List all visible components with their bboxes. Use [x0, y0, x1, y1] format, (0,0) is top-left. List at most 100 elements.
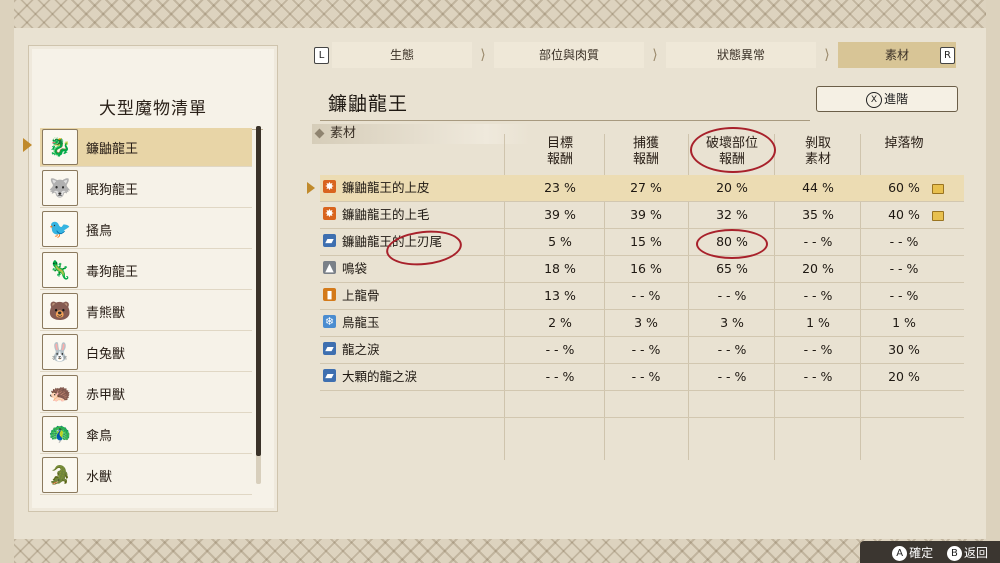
table-row[interactable]: ✸ 鐮鼬龍王的上皮 23 % 27 % 20 % 44 % 60 %: [307, 175, 964, 202]
material-name: 大顆的龍之淚: [342, 369, 418, 384]
column-header-target: 目標 報酬: [520, 136, 600, 168]
monster-list-item[interactable]: 🐦 搔鳥: [40, 210, 252, 249]
material-name: 鐮鼬龍王的上皮: [342, 180, 430, 195]
table-row[interactable]: ✸ 鐮鼬龍王的上毛 39 % 39 % 32 % 35 % 40 %: [320, 202, 964, 229]
cell-carve: - - %: [803, 234, 833, 249]
cell-capture: 39 %: [630, 207, 662, 222]
table-row[interactable]: ▰ 大顆的龍之淚 - - % - - % - - % - - % 20 %: [320, 364, 964, 391]
monster-portrait-icon: 🐦: [42, 211, 78, 247]
cell-carve: 44 %: [802, 180, 834, 195]
section-label: 素材: [312, 124, 530, 144]
tab-separator-icon: ⟩: [480, 47, 486, 63]
materials-table: ✸ 鐮鼬龍王的上皮 23 % 27 % 20 % 44 % 60 % ✸ 鐮鼬龍…: [307, 175, 964, 418]
monster-portrait-icon: 🐊: [42, 457, 78, 493]
monster-list-title: 大型魔物清單: [99, 99, 207, 119]
footer-controls: A 確定 B 返回: [892, 544, 988, 561]
monster-portrait-icon: 🐰: [42, 334, 78, 370]
monster-portrait-icon: 🦚: [42, 416, 78, 452]
column-header-line: 素材: [804, 152, 831, 167]
cell-target: 39 %: [544, 207, 576, 222]
cell-carve: - - %: [803, 288, 833, 303]
table-row[interactable]: ▮ 上龍骨 13 % - - % - - % - - % - - %: [320, 283, 964, 310]
cell-carve: - - %: [803, 369, 833, 384]
top-frame-border: [0, 0, 1000, 28]
cell-target: 23 %: [544, 180, 576, 195]
cell-carve: - - %: [803, 342, 833, 357]
monster-list-item[interactable]: 🦚 傘鳥: [40, 415, 252, 454]
advanced-button-label: 進階: [883, 92, 908, 106]
cell-capture: 15 %: [630, 234, 662, 249]
monster-name: 鐮鼬龍王: [86, 141, 139, 157]
monster-name: 傘鳥: [86, 428, 113, 444]
drop-item-icon: [932, 184, 944, 194]
monster-list-item[interactable]: 🐰 白兔獸: [40, 333, 252, 372]
cell-target: 18 %: [544, 261, 576, 276]
selection-arrow-icon: [307, 182, 315, 194]
material-name: 龍之淚: [342, 342, 380, 357]
monster-list-item[interactable]: 🦎 毒狗龍王: [40, 251, 252, 290]
material-name: 鳴袋: [342, 261, 368, 276]
annotation-circle: [690, 127, 776, 173]
cell-capture: 27 %: [630, 180, 662, 195]
right-frame-border: [986, 0, 1000, 563]
monster-portrait-icon: 🐉: [42, 129, 78, 165]
tab-parts-hitzones[interactable]: 部位與肉質: [494, 42, 644, 68]
table-row[interactable]: ❄ 鳥龍玉 2 % 3 % 3 % 1 % 1 %: [320, 310, 964, 337]
monster-name: 搔鳥: [86, 223, 113, 239]
b-button-icon[interactable]: B: [946, 546, 962, 561]
monster-list: 🐉 鐮鼬龍王 🐺 眠狗龍王 🐦 搔鳥 🦎 毒狗龍王 🐻 青熊獸 🐰 白兔獸 🦔 …: [40, 128, 252, 497]
monster-list-item[interactable]: 🐉 鐮鼬龍王: [40, 128, 252, 167]
tab-ecology[interactable]: 生態: [332, 42, 472, 68]
cell-break-part: 20 %: [716, 180, 748, 195]
confirm-label: 確定: [909, 546, 934, 560]
drop-item-icon: [932, 211, 944, 221]
monster-list-item[interactable]: 🦔 赤甲獸: [40, 374, 252, 413]
column-header-line: 捕獲: [632, 136, 659, 151]
monster-name: 眠狗龍王: [86, 182, 139, 198]
back-label: 返回: [963, 546, 988, 560]
cell-dropped: - - %: [889, 288, 919, 303]
advanced-button[interactable]: X 進階: [816, 86, 958, 112]
cell-carve: 20 %: [802, 261, 834, 276]
column-header-line: 報酬: [632, 152, 659, 167]
cell-target: - - %: [545, 342, 575, 357]
monster-portrait-icon: 🦔: [42, 375, 78, 411]
column-header-capture: 捕獲 報酬: [606, 136, 686, 168]
annotation-circle: [696, 229, 768, 259]
column-header-carve: 剝取 素材: [778, 136, 858, 168]
tab-status-ailments[interactable]: 狀態異常: [666, 42, 816, 68]
cell-break-part: 65 %: [716, 261, 748, 276]
monster-portrait-icon: 🐺: [42, 170, 78, 206]
cell-dropped: 30 %: [888, 342, 920, 357]
cell-capture: 3 %: [634, 315, 658, 330]
material-icon: ▮: [323, 288, 336, 301]
cell-break-part: 32 %: [716, 207, 748, 222]
material-name: 鐮鼬龍王的上毛: [342, 207, 430, 222]
cell-target: 13 %: [544, 288, 576, 303]
column-header-line: 報酬: [546, 152, 573, 167]
monster-list-scrollbar[interactable]: [256, 126, 261, 484]
monster-list-item[interactable]: 🐊 水獸: [40, 456, 252, 495]
monster-name: 水獸: [86, 469, 113, 485]
cell-dropped: - - %: [889, 234, 919, 249]
monster-name: 赤甲獸: [86, 387, 126, 403]
column-header-line: 目標: [546, 136, 573, 151]
monster-list-item[interactable]: 🐺 眠狗龍王: [40, 169, 252, 208]
material-icon: ▰: [323, 234, 336, 247]
r-button-icon[interactable]: R: [940, 47, 955, 64]
table-row[interactable]: ▰ 龍之淚 - - % - - % - - % - - % 30 %: [320, 337, 964, 364]
cell-capture: 16 %: [630, 261, 662, 276]
left-frame-border: [0, 0, 14, 563]
cell-capture: - - %: [631, 342, 661, 357]
cell-carve: 35 %: [802, 207, 834, 222]
l-button-icon[interactable]: L: [314, 47, 329, 64]
material-icon: ✸: [323, 207, 336, 220]
monster-name: 白兔獸: [86, 346, 126, 362]
monster-list-item[interactable]: 🐻 青熊獸: [40, 292, 252, 331]
x-button-icon: X: [865, 92, 882, 108]
a-button-icon[interactable]: A: [892, 546, 908, 561]
scroll-thumb[interactable]: [256, 126, 261, 456]
cell-carve: 1 %: [806, 315, 830, 330]
material-icon: ✸: [323, 180, 336, 193]
tab-materials[interactable]: 素材: [838, 42, 956, 68]
